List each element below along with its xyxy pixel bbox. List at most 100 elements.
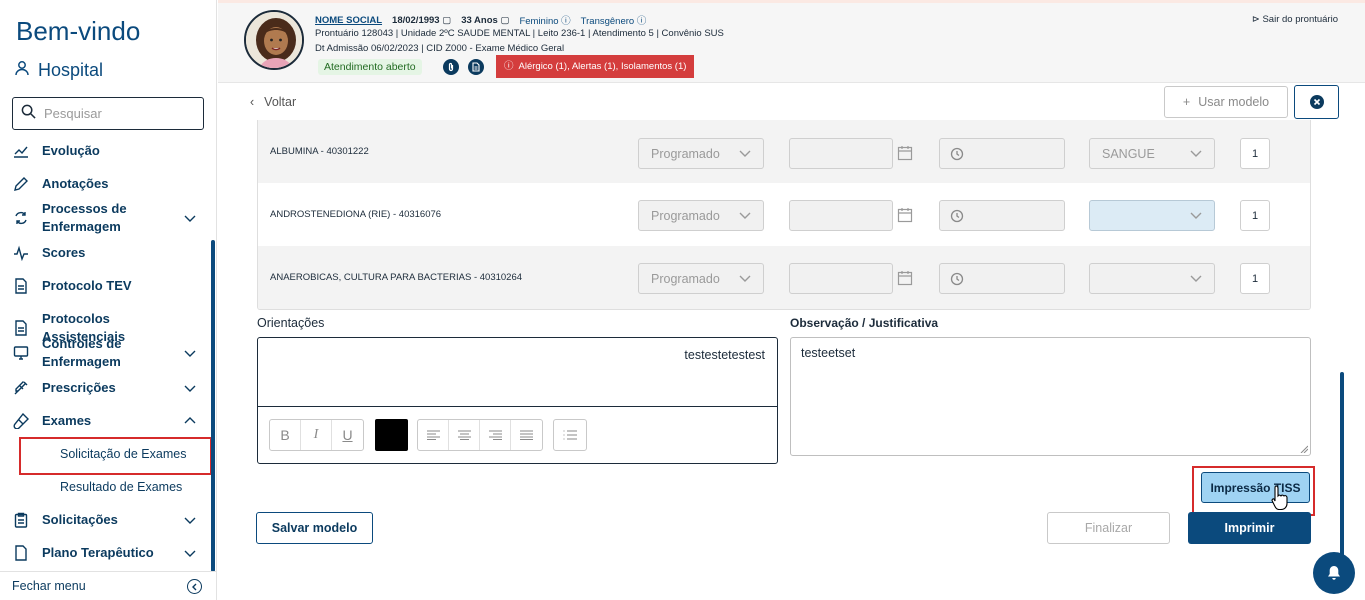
- sidebar-item-scores[interactable]: Scores: [12, 244, 204, 262]
- text-color-picker[interactable]: [375, 419, 408, 451]
- syringe-icon: [12, 379, 30, 397]
- orientacoes-editor[interactable]: testestetestest B I U: [257, 337, 778, 464]
- calendar-icon[interactable]: [897, 145, 913, 161]
- monitor-icon: [12, 344, 30, 362]
- exam-status-select[interactable]: Programado: [638, 200, 764, 231]
- align-center-icon: [457, 430, 471, 440]
- exam-status-select[interactable]: Programado: [638, 263, 764, 294]
- sidebar-item-controles[interactable]: Controles de Enfermagem: [12, 335, 204, 371]
- search-input[interactable]: [44, 106, 184, 121]
- exam-date-input[interactable]: [789, 263, 893, 294]
- highlight-box: [19, 437, 212, 475]
- exam-quantity-input[interactable]: 1: [1240, 138, 1270, 169]
- hand-cursor-icon: [1271, 485, 1288, 510]
- calendar-icon[interactable]: [897, 270, 913, 286]
- use-model-button[interactable]: + Usar modelo: [1164, 86, 1288, 118]
- exam-quantity-input[interactable]: 1: [1240, 263, 1270, 294]
- file-icon: [12, 544, 30, 562]
- trend-chart-icon: [12, 142, 30, 160]
- search-icon: [21, 104, 36, 124]
- sidebar-item-evolucao[interactable]: Evolução: [12, 142, 204, 160]
- observacao-textarea[interactable]: testeetset: [790, 337, 1311, 456]
- orientacoes-text[interactable]: testestetestest: [684, 348, 765, 362]
- sidebar-item-processos[interactable]: Processos de Enfermagem: [12, 200, 204, 236]
- resize-handle-icon[interactable]: [1300, 445, 1308, 453]
- exam-status-select[interactable]: Programado: [638, 138, 764, 169]
- editor-toolbar: B I U: [258, 406, 777, 463]
- sidebar-item-plano-terapeutico[interactable]: Plano Terapêutico: [12, 544, 204, 562]
- align-left-button[interactable]: [418, 420, 449, 450]
- search-box[interactable]: [12, 97, 204, 130]
- document-icon[interactable]: [468, 59, 484, 75]
- table-row: ANDROSTENEDIONA (RIE) - 40316076 Program…: [258, 183, 1310, 246]
- patient-age-group: 33 Anos ▢: [461, 15, 509, 26]
- header-accent-line: [218, 0, 1365, 3]
- calendar-icon: ▢: [442, 14, 452, 26]
- close-menu-button[interactable]: Fechar menu: [0, 571, 216, 600]
- exam-name: ANAEROBICAS, CULTURA PARA BACTERIAS - 40…: [270, 272, 523, 283]
- bold-button[interactable]: B: [270, 420, 301, 450]
- chevron-down-icon: [739, 212, 751, 219]
- chevron-left-icon: ‹: [250, 95, 255, 109]
- document-icon: [12, 277, 30, 295]
- exit-icon: ⊳: [1251, 14, 1260, 25]
- sidebar-item-exames[interactable]: Exames: [12, 412, 204, 430]
- exam-material-select[interactable]: [1089, 200, 1215, 231]
- sidebar-item-anotacoes[interactable]: Anotações: [12, 175, 204, 193]
- align-center-button[interactable]: [449, 420, 480, 450]
- sidebar-item-prescricoes[interactable]: Prescrições: [12, 379, 204, 397]
- patient-social-name[interactable]: NOME SOCIAL: [315, 15, 382, 26]
- align-right-button[interactable]: [480, 420, 511, 450]
- exams-table: ALBUMINA - 40301222 Programado SANGUE 1 …: [257, 120, 1311, 310]
- underline-button[interactable]: U: [332, 420, 363, 450]
- patient-avatar: [244, 10, 304, 70]
- italic-button[interactable]: I: [301, 420, 332, 450]
- main-scrollbar[interactable]: [1340, 372, 1344, 562]
- orientacoes-label: Orientações: [257, 316, 325, 330]
- exam-time-input[interactable]: [939, 138, 1065, 169]
- finalize-button[interactable]: Finalizar: [1047, 512, 1170, 544]
- bullet-list-icon: [563, 430, 577, 440]
- bell-icon: [1328, 566, 1340, 580]
- sidebar-subitem-resultado-exames[interactable]: Resultado de Exames: [60, 480, 182, 494]
- exam-name: ANDROSTENEDIONA (RIE) - 40316076: [270, 209, 442, 220]
- exam-material-select[interactable]: [1089, 263, 1215, 294]
- sidebar-item-label: Controles de Enfermagem: [42, 336, 122, 369]
- italic-icon: I: [313, 427, 319, 442]
- exam-time-input[interactable]: [939, 263, 1065, 294]
- info-icon[interactable]: ⓘ: [561, 16, 571, 27]
- chevron-down-icon: [184, 385, 196, 392]
- print-button[interactable]: Imprimir: [1188, 512, 1311, 544]
- alignment-group: [417, 419, 543, 451]
- exam-material-select[interactable]: SANGUE: [1089, 138, 1215, 169]
- calendar-icon[interactable]: [897, 207, 913, 223]
- hospital-selector[interactable]: Hospital: [14, 60, 103, 81]
- exam-time-input[interactable]: [939, 200, 1065, 231]
- welcome-title: Bem-vindo: [16, 16, 141, 46]
- sidebar-item-protocolo-tev[interactable]: Protocolo TEV: [12, 277, 204, 295]
- text-style-group: B I U: [269, 419, 364, 451]
- align-justify-button[interactable]: [511, 420, 542, 450]
- bold-icon: B: [280, 427, 290, 443]
- exam-date-input[interactable]: [789, 200, 893, 231]
- hospital-label: Hospital: [38, 60, 104, 80]
- sidebar-item-solicitacoes[interactable]: Solicitações: [12, 511, 204, 529]
- logout-link[interactable]: ⊳ Sair do prontuário: [1252, 14, 1338, 25]
- align-right-icon: [488, 430, 502, 440]
- sidebar-item-label: Protocolo TEV: [42, 278, 132, 293]
- tiss-print-button[interactable]: Impressão TISS: [1201, 472, 1310, 503]
- close-button[interactable]: [1294, 85, 1339, 119]
- info-icon[interactable]: ⓘ: [637, 16, 647, 27]
- bullet-list-button[interactable]: [554, 420, 586, 450]
- exam-date-input[interactable]: [789, 138, 893, 169]
- table-row: ANAEROBICAS, CULTURA PARA BACTERIAS - 40…: [258, 246, 1310, 309]
- alerts-badge[interactable]: ⓘ Alérgico (1), Alertas (1), Isolamentos…: [496, 55, 695, 78]
- chevron-down-icon: [739, 150, 751, 157]
- sidebar-scrollbar[interactable]: [211, 240, 215, 572]
- attachment-icon[interactable]: [443, 59, 459, 75]
- exam-status-value: Programado: [651, 208, 720, 223]
- exam-quantity-input[interactable]: 1: [1240, 200, 1270, 231]
- back-button[interactable]: ‹ Voltar: [250, 95, 296, 109]
- notifications-button[interactable]: [1313, 552, 1355, 594]
- save-model-button[interactable]: Salvar modelo: [256, 512, 373, 544]
